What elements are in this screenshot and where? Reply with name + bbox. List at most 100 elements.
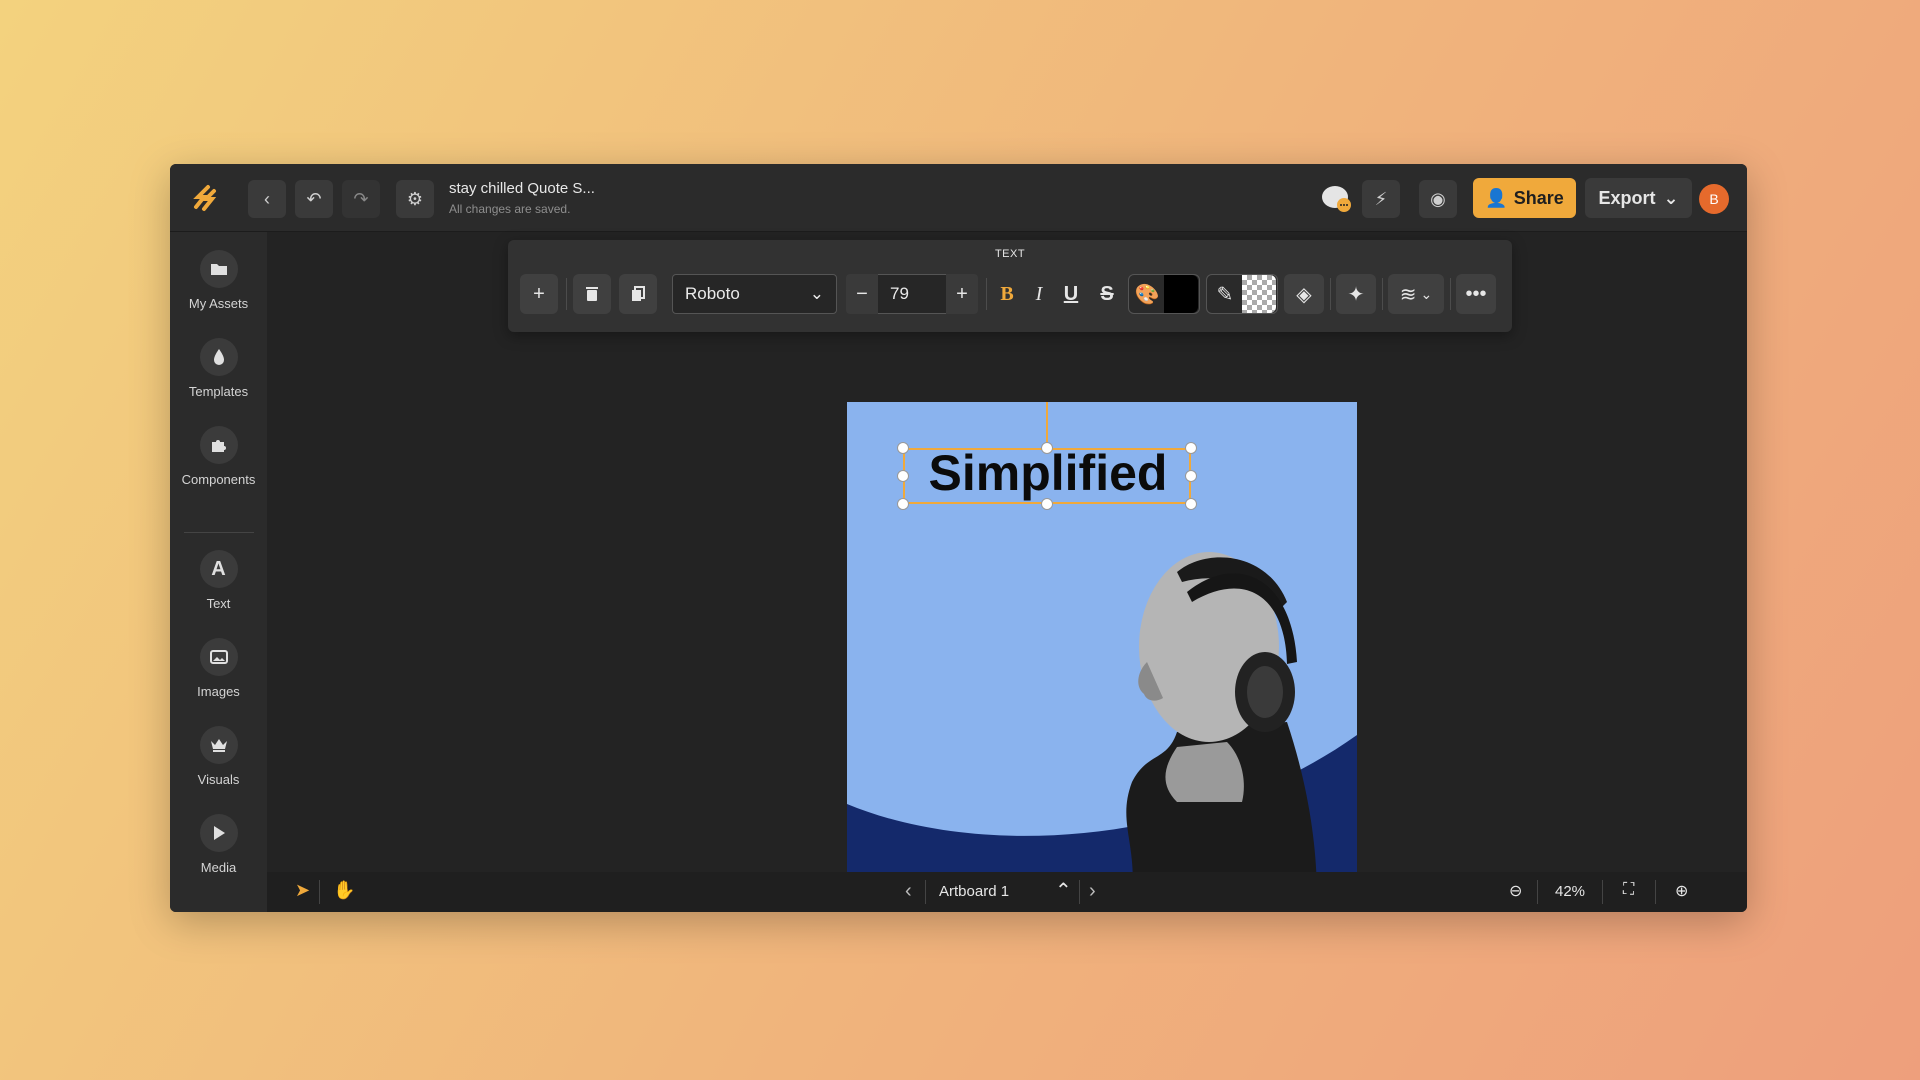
strikethrough-icon: S (1100, 282, 1114, 305)
text-toolbar: TEXT + Roboto ⌄ − 79 + B I U S 🎨 ✎ ◈ ✦ ≋… (508, 240, 1512, 332)
layers-button[interactable]: ≋ ⌄ (1388, 274, 1444, 314)
comments-button[interactable] (1320, 184, 1354, 214)
transparent-swatch (1242, 275, 1276, 313)
chevron-down-icon: ⌄ (809, 284, 824, 303)
share-label: Share (1513, 187, 1564, 208)
resize-handle-bl[interactable] (897, 498, 909, 510)
resize-handle-top[interactable] (1041, 442, 1053, 454)
marker-icon: ✎ (1216, 283, 1234, 306)
export-button[interactable]: Export ⌄ (1585, 178, 1692, 218)
eye-icon: ◉ (1430, 188, 1446, 209)
document-title[interactable]: stay chilled Quote S... (449, 180, 595, 197)
add-user-icon: 👤 (1485, 187, 1508, 208)
selection-box[interactable] (903, 448, 1191, 504)
sidebar-item-label: Templates (188, 384, 249, 399)
sidebar-item-label: Images (197, 684, 240, 699)
redo-icon: ↷ (353, 188, 369, 209)
text-icon: A (199, 550, 238, 588)
font-family-select[interactable]: Roboto ⌄ (672, 274, 837, 314)
avatar[interactable]: B (1699, 184, 1729, 214)
preview-button[interactable]: ◉ (1419, 180, 1457, 218)
font-family-value: Roboto (685, 284, 740, 303)
highlight-color-picker[interactable]: ✎ (1206, 274, 1278, 314)
resize-handle-right[interactable] (1185, 470, 1197, 482)
delete-button[interactable] (573, 274, 611, 314)
hand-tool-icon[interactable]: ✋ (333, 880, 355, 901)
chevron-left-icon: ‹ (264, 188, 270, 209)
zoom-out-icon[interactable]: ⊖ (1509, 881, 1522, 901)
resize-handle-br[interactable] (1185, 498, 1197, 510)
fill-button[interactable]: ◈ (1284, 274, 1324, 314)
resize-handle-bottom[interactable] (1041, 498, 1053, 510)
sidebar-item-templates[interactable]: Templates (170, 338, 267, 399)
plus-icon: + (956, 282, 968, 305)
resize-handle-left[interactable] (897, 470, 909, 482)
resize-handle-tl[interactable] (897, 442, 909, 454)
lightning-icon: ⚡ (1374, 188, 1388, 209)
sidebar-item-components[interactable]: Components (170, 426, 267, 487)
chevron-down-icon: ⌄ (1420, 285, 1433, 302)
editor-window: ‹ ↶ ↷ ⚙ stay chilled Quote S... All chan… (170, 164, 1747, 912)
paint-bucket-icon: ◈ (1296, 283, 1312, 306)
toolbar-divider (986, 278, 987, 310)
pointer-tool-icon[interactable]: ➤ (295, 880, 310, 901)
sidebar-item-visuals[interactable]: Visuals (170, 726, 267, 787)
sidebar-item-images[interactable]: Images (170, 638, 267, 699)
increase-size-button[interactable]: + (946, 274, 978, 314)
play-icon (199, 814, 238, 852)
toolbar-divider (1330, 278, 1331, 310)
chevron-down-icon: ⌄ (1663, 187, 1679, 208)
sidebar-item-label: Visuals (197, 772, 240, 787)
artboard[interactable]: Simplified (847, 402, 1357, 897)
strikethrough-button[interactable]: S (1092, 274, 1122, 314)
sidebar-item-media[interactable]: Media (170, 814, 267, 875)
bottom-divider (1602, 880, 1603, 904)
toolbar-divider (1450, 278, 1451, 310)
decrease-size-button[interactable]: − (846, 274, 878, 314)
settings-button[interactable]: ⚙ (396, 180, 434, 218)
prev-artboard-icon[interactable]: ‹ (905, 880, 912, 903)
copy-icon (632, 286, 645, 301)
trash-icon (586, 287, 598, 301)
text-color-picker[interactable]: 🎨 (1128, 274, 1200, 314)
drop-icon (199, 338, 238, 376)
folder-icon (199, 250, 238, 288)
resize-handle-tr[interactable] (1185, 442, 1197, 454)
export-label: Export (1598, 187, 1656, 208)
sidebar-divider (184, 532, 254, 533)
bottom-divider (925, 880, 926, 904)
share-button[interactable]: 👤 Share (1473, 178, 1576, 218)
palette-icon: 🎨 (1134, 283, 1160, 306)
ellipsis-icon: ••• (1465, 282, 1487, 305)
chevron-up-icon[interactable]: ⌃ (1055, 878, 1072, 903)
bottom-divider (1655, 880, 1656, 904)
fit-screen-icon[interactable]: ⛶ (1623, 881, 1634, 899)
italic-button[interactable]: I (1024, 274, 1054, 314)
back-button[interactable]: ‹ (248, 180, 286, 218)
more-options-button[interactable]: ••• (1456, 274, 1496, 314)
zoom-in-icon[interactable]: ⊕ (1675, 881, 1688, 901)
undo-icon: ↶ (306, 188, 322, 209)
sidebar-item-text[interactable]: A Text (170, 550, 267, 611)
add-button[interactable]: + (520, 274, 558, 314)
quick-actions-button[interactable]: ⚡ (1362, 180, 1400, 218)
toolbar-divider (566, 278, 567, 310)
zoom-level[interactable]: 42% (1555, 883, 1585, 900)
effects-button[interactable]: ✦ (1336, 274, 1376, 314)
artboard-label[interactable]: Artboard 1 (939, 883, 1009, 900)
bottom-divider (1079, 880, 1080, 904)
left-sidebar: My Assets Templates Components A Text Im… (170, 232, 267, 912)
bottom-divider (1537, 880, 1538, 904)
sidebar-item-my-assets[interactable]: My Assets (170, 250, 267, 311)
duplicate-button[interactable] (619, 274, 657, 314)
toolbar-label: TEXT (994, 248, 1026, 260)
redo-button[interactable]: ↷ (342, 180, 380, 218)
bold-icon: B (1000, 282, 1014, 305)
undo-button[interactable]: ↶ (295, 180, 333, 218)
bold-button[interactable]: B (992, 274, 1022, 314)
next-artboard-icon[interactable]: › (1089, 880, 1096, 903)
underline-button[interactable]: U (1056, 274, 1086, 314)
app-logo-icon[interactable] (192, 184, 220, 212)
minus-icon: − (856, 282, 868, 305)
font-size-input[interactable]: 79 (878, 274, 946, 314)
